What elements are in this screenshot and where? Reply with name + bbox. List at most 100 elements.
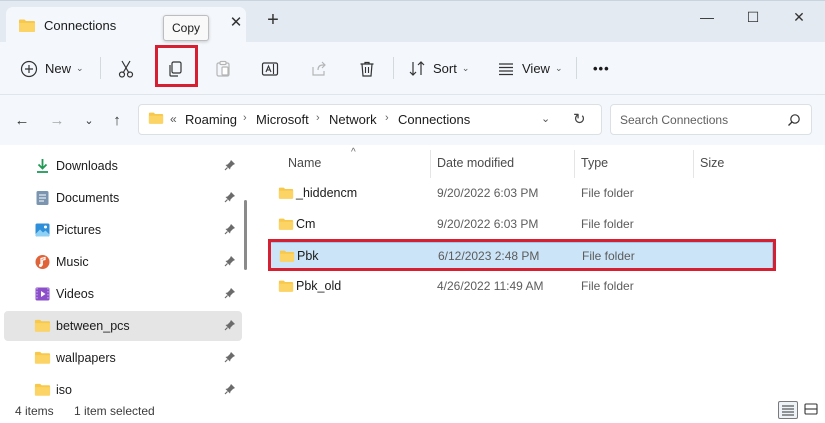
documents-icon — [34, 190, 51, 206]
divider — [100, 57, 101, 79]
share-icon — [310, 60, 328, 78]
rename-icon — [261, 60, 279, 78]
divider — [576, 57, 577, 79]
chevron-right-icon[interactable]: › — [243, 112, 247, 124]
folder-icon — [34, 382, 51, 397]
nav-item-documents[interactable]: Documents — [4, 183, 242, 213]
nav-label: Pictures — [56, 223, 102, 237]
file-name: Cm — [296, 217, 316, 231]
new-tab-button[interactable]: + — [264, 10, 282, 30]
address-bar[interactable]: « Roaming › Microsoft › Network › Connec… — [138, 104, 602, 135]
plus-circle-icon — [20, 60, 38, 78]
pin-icon[interactable] — [224, 223, 236, 238]
pin-icon[interactable] — [224, 287, 236, 302]
pin-icon[interactable] — [224, 351, 236, 366]
cut-button[interactable] — [117, 42, 135, 95]
chevron-down-icon: ⌄ — [76, 63, 84, 73]
file-list: ^ Name Date modified Type Size _hiddencm… — [258, 145, 825, 397]
tiles-view-toggle[interactable] — [802, 401, 822, 419]
new-label: New — [45, 61, 72, 76]
download-icon — [34, 158, 51, 174]
sort-ascending-icon: ^ — [351, 147, 356, 158]
recent-locations-chevron-icon[interactable]: ⌄ — [80, 112, 98, 130]
pin-icon[interactable] — [224, 159, 236, 174]
maximize-button[interactable]: ☐ — [730, 5, 776, 29]
nav-item-downloads[interactable]: Downloads — [4, 151, 242, 181]
search-input[interactable]: Search Connections — [610, 104, 812, 135]
navigation-pane: Downloads Documents Pictures Music Video… — [0, 145, 250, 397]
nav-item-videos[interactable]: Videos — [4, 279, 242, 309]
column-header-date-modified[interactable]: Date modified — [437, 156, 514, 170]
sort-button[interactable]: Sort ⌄ — [408, 42, 469, 95]
folder-icon — [34, 318, 51, 334]
pin-icon[interactable] — [224, 319, 236, 334]
divider — [393, 57, 394, 79]
pin-icon[interactable] — [224, 191, 236, 206]
breadcrumb-roaming[interactable]: Roaming — [185, 112, 237, 127]
chevron-down-icon: ⌄ — [461, 63, 470, 73]
file-type: File folder — [581, 186, 634, 200]
folder-icon — [34, 350, 51, 366]
breadcrumb-microsoft[interactable]: Microsoft — [256, 112, 309, 127]
details-view-toggle[interactable] — [778, 401, 798, 419]
overflow-chevron-icon[interactable]: « — [170, 112, 177, 126]
scissors-icon — [117, 60, 135, 78]
copy-tooltip: Copy — [163, 15, 209, 41]
address-row: ← → ⌄ ↑ « Roaming › Microsoft › Network … — [0, 95, 825, 145]
up-arrow-icon[interactable]: ↑ — [108, 112, 126, 130]
nav-item-iso[interactable]: iso — [4, 375, 242, 397]
nav-label: iso — [56, 383, 72, 397]
chevron-right-icon[interactable]: › — [385, 112, 389, 124]
breadcrumb-network[interactable]: Network — [329, 112, 377, 127]
nav-item-wallpapers[interactable]: wallpapers — [4, 343, 242, 373]
breadcrumb-connections[interactable]: Connections — [398, 112, 470, 127]
refresh-icon[interactable]: ↻ — [573, 110, 586, 128]
chevron-down-icon: ⌄ — [554, 63, 563, 73]
search-icon — [787, 113, 801, 130]
delete-button[interactable] — [358, 42, 376, 95]
paste-button[interactable] — [214, 42, 232, 95]
view-label: View — [522, 61, 550, 76]
share-button[interactable] — [310, 42, 328, 95]
search-placeholder: Search Connections — [620, 113, 729, 127]
pin-icon[interactable] — [224, 383, 236, 397]
chevron-down-icon[interactable]: ⌄ — [541, 112, 550, 125]
file-row[interactable]: Cm 9/20/2022 6:03 PM File folder — [268, 211, 773, 239]
close-window-button[interactable]: ✕ — [776, 5, 822, 29]
title-bar: Connections ✕ + — ☐ ✕ — [0, 0, 825, 43]
new-button[interactable]: New ⌄ — [20, 42, 84, 95]
column-header-size[interactable]: Size — [700, 156, 724, 170]
column-divider[interactable] — [693, 150, 694, 178]
details-view-icon — [782, 405, 794, 416]
music-icon — [34, 254, 51, 270]
column-header-type[interactable]: Type — [581, 156, 608, 170]
pin-icon[interactable] — [224, 255, 236, 270]
chevron-right-icon[interactable]: › — [316, 112, 320, 124]
minimize-button[interactable]: — — [684, 5, 730, 29]
back-arrow-icon[interactable]: ← — [13, 112, 31, 130]
nav-scrollbar[interactable] — [244, 200, 247, 270]
forward-arrow-icon[interactable]: → — [48, 112, 66, 130]
pictures-icon — [34, 222, 51, 238]
nav-item-music[interactable]: Music — [4, 247, 242, 277]
view-button[interactable]: View ⌄ — [497, 42, 563, 95]
file-name: _hiddencm — [296, 186, 358, 200]
nav-item-pictures[interactable]: Pictures — [4, 215, 242, 245]
tab-close-icon[interactable]: ✕ — [228, 15, 244, 31]
nav-label: Documents — [56, 191, 120, 205]
file-date: 9/20/2022 6:03 PM — [437, 186, 539, 200]
folder-icon — [278, 186, 294, 203]
sort-icon — [408, 60, 426, 78]
column-header-name[interactable]: Name — [288, 156, 321, 170]
more-options-button[interactable]: ••• — [593, 42, 610, 95]
column-divider[interactable] — [574, 150, 575, 178]
item-count: 4 items — [15, 404, 54, 418]
folder-icon — [148, 111, 164, 128]
column-divider[interactable] — [430, 150, 431, 178]
rename-button[interactable] — [261, 42, 279, 95]
tab-connections[interactable]: Connections ✕ — [6, 7, 246, 43]
file-row[interactable]: _hiddencm 9/20/2022 6:03 PM File folder — [268, 180, 773, 208]
paste-icon — [214, 60, 232, 78]
file-row[interactable]: Pbk_old 4/26/2022 11:49 AM File folder — [268, 273, 773, 301]
nav-item-between-pcs[interactable]: between_pcs — [4, 311, 242, 341]
